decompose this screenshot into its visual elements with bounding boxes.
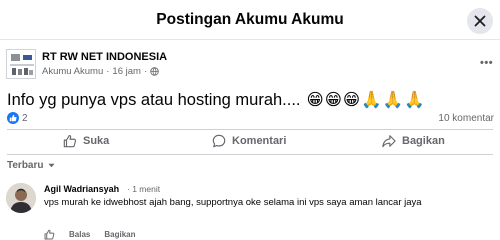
more-icon: •••: [480, 57, 494, 69]
dialog-header: Postingan Akumu Akumu: [0, 0, 500, 40]
comment-share-button[interactable]: Bagikan: [104, 230, 135, 239]
network-logo-icon: [7, 50, 35, 78]
like-label: Suka: [83, 135, 110, 147]
meta-separator: ·: [106, 66, 110, 77]
dialog-title: Postingan Akumu Akumu: [156, 11, 344, 28]
post-time[interactable]: 16 jam: [112, 66, 141, 77]
caret-down-icon: [47, 163, 55, 168]
comment-icon: [212, 134, 226, 148]
comment-reply-button[interactable]: Balas: [69, 230, 90, 239]
commenter-avatar[interactable]: [6, 183, 36, 213]
close-button[interactable]: [467, 8, 493, 34]
grin-emoji-icon: 😁: [342, 91, 361, 109]
pray-emoji-icon: 🙏: [404, 90, 425, 109]
share-icon: [382, 135, 396, 148]
comment-count[interactable]: 10 komentar: [438, 113, 494, 124]
pray-emoji-icon: 🙏: [361, 90, 382, 109]
meta-separator: ·: [143, 66, 148, 77]
commenter-name[interactable]: Agil Wadriansyah: [44, 184, 119, 194]
thumbs-up-icon: [63, 135, 77, 148]
divider: [7, 154, 493, 155]
comment-time-value[interactable]: 1 menit: [132, 184, 160, 194]
sort-label: Terbaru: [7, 160, 44, 171]
page-name[interactable]: RT RW NET INDONESIA: [42, 51, 167, 63]
divider: [7, 129, 493, 130]
comment-label: Komentari: [232, 135, 287, 147]
comment-time: · 1 menit: [127, 184, 160, 194]
comment-actions: Balas Bagikan: [44, 229, 135, 240]
comment-like-button[interactable]: [44, 229, 55, 240]
reaction-count: 2: [22, 112, 28, 124]
grin-emoji-icon: 😁: [306, 91, 324, 109]
like-button[interactable]: Suka: [63, 134, 109, 148]
post-text: Info yg punya vps atau hosting murah....: [7, 90, 301, 109]
post-meta: Akumu Akumu · 16 jam ·: [42, 66, 159, 77]
comment-sort-dropdown[interactable]: Terbaru: [7, 160, 55, 171]
globe-icon: [150, 67, 159, 76]
comment-text: vps murah ke idwebhost ajah bang, suppor…: [44, 197, 422, 208]
close-icon: [474, 15, 486, 27]
thumbs-up-icon: [44, 229, 55, 240]
page-avatar[interactable]: [6, 49, 36, 79]
grin-emoji-icon: 😁: [324, 91, 342, 109]
person-photo-icon: [6, 183, 36, 213]
share-button[interactable]: Bagikan: [382, 134, 445, 148]
reaction-summary[interactable]: 2: [7, 112, 28, 124]
post-author[interactable]: Akumu Akumu: [42, 66, 103, 77]
comment-button[interactable]: Komentari: [212, 134, 286, 148]
pray-emoji-icon: 🙏: [382, 90, 404, 109]
more-options-button[interactable]: •••: [480, 57, 493, 69]
post-header: RT RW NET INDONESIA Akumu Akumu · 16 jam…: [6, 49, 494, 83]
post-body: Info yg punya vps atau hosting murah....…: [7, 90, 425, 110]
like-reaction-icon: [7, 112, 19, 124]
share-label: Bagikan: [402, 135, 445, 147]
